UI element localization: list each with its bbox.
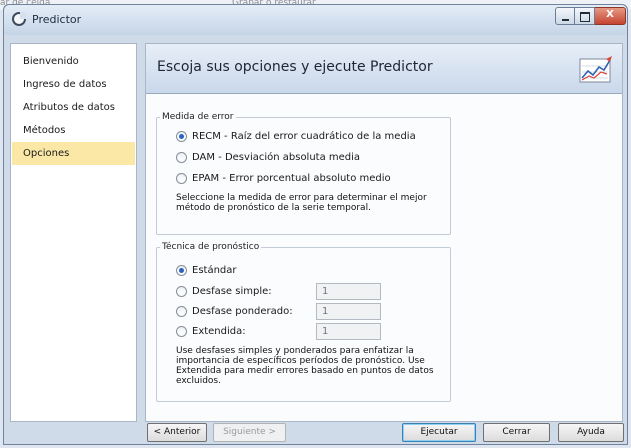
predictor-dialog: Predictor X Bienvenido Ingreso de datos … xyxy=(3,4,628,445)
technique-group-legend: Técnica de pronóstico xyxy=(162,242,260,252)
step-metodos[interactable]: Métodos xyxy=(12,119,135,142)
close-icon: X xyxy=(606,9,614,20)
radio-label: DAM - Desviación absoluta media xyxy=(192,152,361,163)
weighted-lag-field[interactable]: 1 xyxy=(316,303,381,320)
minimize-button[interactable] xyxy=(555,7,575,25)
help-line: Use desfases simples y ponderados para e… xyxy=(176,346,414,356)
error-group-legend: Medida de error xyxy=(162,112,234,122)
help-line: Extendida para medir errores basado en p… xyxy=(176,366,434,376)
radio-unchecked-icon[interactable] xyxy=(176,152,187,163)
step-opciones[interactable]: Opciones xyxy=(12,142,135,165)
radio-unchecked-icon[interactable] xyxy=(176,306,187,317)
app-logo-icon xyxy=(12,12,26,26)
radio-checked-icon[interactable] xyxy=(176,131,187,142)
trend-chart-icon xyxy=(579,56,612,83)
next-button[interactable]: Siguiente > xyxy=(213,423,286,442)
step-atributos-de-datos[interactable]: Atributos de datos xyxy=(12,96,135,119)
radio-label: Extendida: xyxy=(192,326,246,337)
panel-header: Escoja sus opciones y ejecute Predictor xyxy=(146,44,622,94)
error-measure-help-text: Seleccione la medida de error para deter… xyxy=(176,193,427,213)
close-window-button[interactable]: X xyxy=(595,7,626,25)
step-ingreso-de-datos[interactable]: Ingreso de datos xyxy=(12,73,135,96)
title-bar[interactable]: Predictor X xyxy=(4,5,627,35)
simple-lag-field[interactable]: 1 xyxy=(316,283,381,300)
help-line: método de pronóstico de la serie tempora… xyxy=(176,203,371,213)
help-button[interactable]: Ayuda xyxy=(558,423,624,442)
help-line: importancia de específicos períodos de p… xyxy=(176,356,425,366)
page-title: Escoja sus opciones y ejecute Predictor xyxy=(157,59,433,75)
radio-label: Desfase ponderado: xyxy=(192,306,293,317)
radio-checked-icon[interactable] xyxy=(176,265,187,276)
window-title: Predictor xyxy=(32,13,82,26)
extended-field[interactable]: 1 xyxy=(316,323,381,340)
close-button[interactable]: Cerrar xyxy=(483,423,550,442)
step-bienvenido[interactable]: Bienvenido xyxy=(12,50,135,73)
radio-unchecked-icon[interactable] xyxy=(176,326,187,337)
maximize-button[interactable] xyxy=(575,7,595,25)
technique-help-text: Use desfases simples y ponderados para e… xyxy=(176,346,434,386)
help-line: Seleccione la medida de error para deter… xyxy=(176,193,427,203)
radio-label: Estándar xyxy=(192,265,237,276)
back-button[interactable]: < Anterior xyxy=(147,423,207,442)
radio-label: Desfase simple: xyxy=(192,286,272,297)
run-button[interactable]: Ejecutar xyxy=(402,423,476,442)
radio-unchecked-icon[interactable] xyxy=(176,286,187,297)
wizard-step-list: Bienvenido Ingreso de datos Atributos de… xyxy=(10,43,137,422)
radio-label: EPAM - Error porcentual absoluto medio xyxy=(192,173,391,184)
radio-unchecked-icon[interactable] xyxy=(176,173,187,184)
options-panel: Escoja sus opciones y ejecute Predictor … xyxy=(145,43,623,422)
help-line: excluidos. xyxy=(176,376,221,386)
radio-label: RECM - Raíz del error cuadrático de la m… xyxy=(192,131,416,142)
